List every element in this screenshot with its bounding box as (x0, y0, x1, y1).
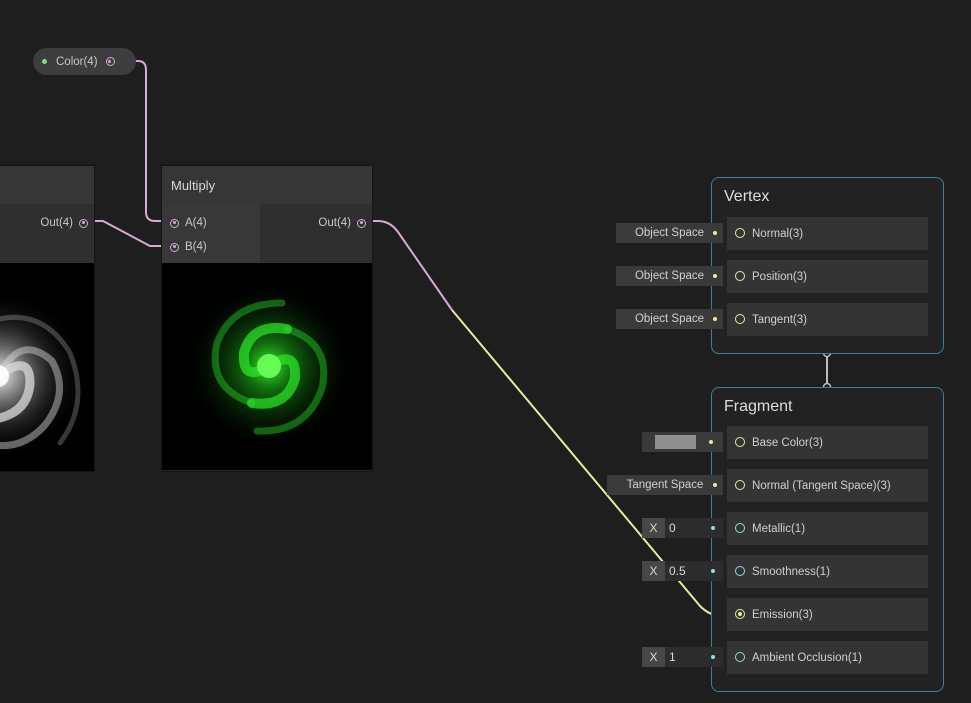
left-node-header[interactable] (0, 166, 94, 204)
swirl-preview-green (184, 281, 354, 451)
tangent-space-dropdown[interactable]: Object Space (616, 309, 723, 329)
base-color-input-port[interactable] (735, 437, 745, 447)
tangent-label: Tangent(3) (752, 313, 807, 326)
vertex-title: Vertex (724, 188, 770, 205)
smoothness-label: Smoothness(1) (752, 565, 830, 578)
input-a-port[interactable] (170, 218, 179, 228)
fragment-block-ambient-occlusion[interactable]: Ambient Occlusion(1) (727, 641, 928, 674)
position-space-dropdown[interactable]: Object Space (616, 266, 723, 286)
normal-input-port[interactable] (735, 228, 745, 238)
left-node-output-label: Out(4) (40, 217, 73, 229)
left-node-ports: Out(4) (0, 204, 94, 263)
vertex-block-tangent[interactable]: Tangent(3) (727, 303, 928, 336)
position-label: Position(3) (752, 270, 807, 283)
input-b-label: B(4) (185, 241, 207, 253)
normal-space-value: Object Space (634, 227, 705, 239)
position-input-port[interactable] (735, 271, 745, 281)
vertex-block-normal[interactable]: Normal(3) (727, 217, 928, 250)
stub-port (713, 317, 717, 321)
left-node-output-port[interactable] (79, 218, 88, 228)
normal-ts-input-port[interactable] (735, 480, 745, 490)
base-color-label: Base Color(3) (752, 436, 823, 449)
metallic-label: Metallic(1) (752, 522, 806, 535)
normal-ts-space-dropdown[interactable]: Tangent Space (607, 475, 723, 495)
input-a-label: A(4) (185, 217, 207, 229)
normal-space-dropdown[interactable]: Object Space (616, 223, 723, 243)
wire-multiply-to-emission-pink (360, 220, 453, 311)
smoothness-input-port[interactable] (735, 566, 745, 576)
multiply-inputs: A(4) B(4) (162, 204, 260, 263)
multiply-output-port[interactable] (357, 218, 366, 228)
fragment-block-base-color[interactable]: Base Color(3) (727, 426, 928, 459)
ambient-occlusion-field[interactable]: X 1 (642, 647, 723, 667)
metallic-field[interactable]: X 0 (642, 518, 723, 538)
fragment-block-emission[interactable]: Emission(3) (727, 598, 928, 631)
multiply-node-ports: A(4) B(4) Out(4) (162, 204, 372, 263)
fragment-title: Fragment (724, 398, 793, 415)
property-output-port[interactable] (105, 57, 115, 66)
multiply-node-preview (162, 263, 372, 470)
vertex-block-position[interactable]: Position(3) (727, 260, 928, 293)
base-color-field[interactable] (642, 432, 723, 452)
base-color-swatch[interactable] (655, 435, 696, 449)
stub-port (713, 231, 717, 235)
ambient-occlusion-input-port[interactable] (735, 652, 745, 662)
emission-input-port[interactable] (735, 609, 745, 619)
tangent-space-value: Object Space (634, 313, 705, 325)
stub-port (711, 569, 715, 573)
normal-label: Normal(3) (752, 227, 804, 240)
left-node[interactable]: Out(4) (0, 166, 94, 471)
multiply-node-header[interactable]: Multiply (162, 166, 372, 204)
fragment-block-metallic[interactable]: Metallic(1) (727, 512, 928, 545)
multiply-input-b[interactable]: B(4) (170, 241, 207, 253)
stub-port (711, 655, 715, 659)
position-space-value: Object Space (634, 270, 705, 282)
emission-label: Emission(3) (752, 608, 813, 621)
property-label: Color(4) (56, 55, 98, 68)
multiply-node[interactable]: Multiply A(4) B(4) Out(4) (162, 166, 372, 471)
normal-ts-label: Normal (Tangent Space)(3) (752, 479, 891, 492)
fragment-block-smoothness[interactable]: Smoothness(1) (727, 555, 928, 588)
stub-port (713, 483, 717, 487)
left-node-output[interactable]: Out(4) (40, 217, 88, 229)
swirl-preview-grey (0, 289, 86, 461)
normal-ts-space-value: Tangent Space (626, 479, 704, 491)
exposed-indicator-icon (42, 59, 47, 64)
metallic-x-label: X (642, 518, 665, 538)
stub-port (711, 526, 715, 530)
stub-port (709, 440, 713, 444)
input-b-port[interactable] (170, 242, 179, 252)
tangent-input-port[interactable] (735, 314, 745, 324)
left-node-preview (0, 263, 94, 471)
ambient-occlusion-label: Ambient Occlusion(1) (752, 651, 862, 664)
ambient-occlusion-x-label: X (642, 647, 665, 667)
multiply-input-a[interactable]: A(4) (170, 217, 207, 229)
multiply-output[interactable]: Out(4) (318, 217, 366, 229)
multiply-output-label: Out(4) (318, 217, 351, 229)
color-property-node[interactable]: Color(4) (33, 48, 136, 75)
metallic-input-port[interactable] (735, 523, 745, 533)
multiply-node-title: Multiply (171, 177, 216, 193)
stub-port (713, 274, 717, 278)
smoothness-field[interactable]: X 0.5 (642, 561, 723, 581)
fragment-block-normal-ts[interactable]: Normal (Tangent Space)(3) (727, 469, 928, 502)
smoothness-x-label: X (642, 561, 665, 581)
